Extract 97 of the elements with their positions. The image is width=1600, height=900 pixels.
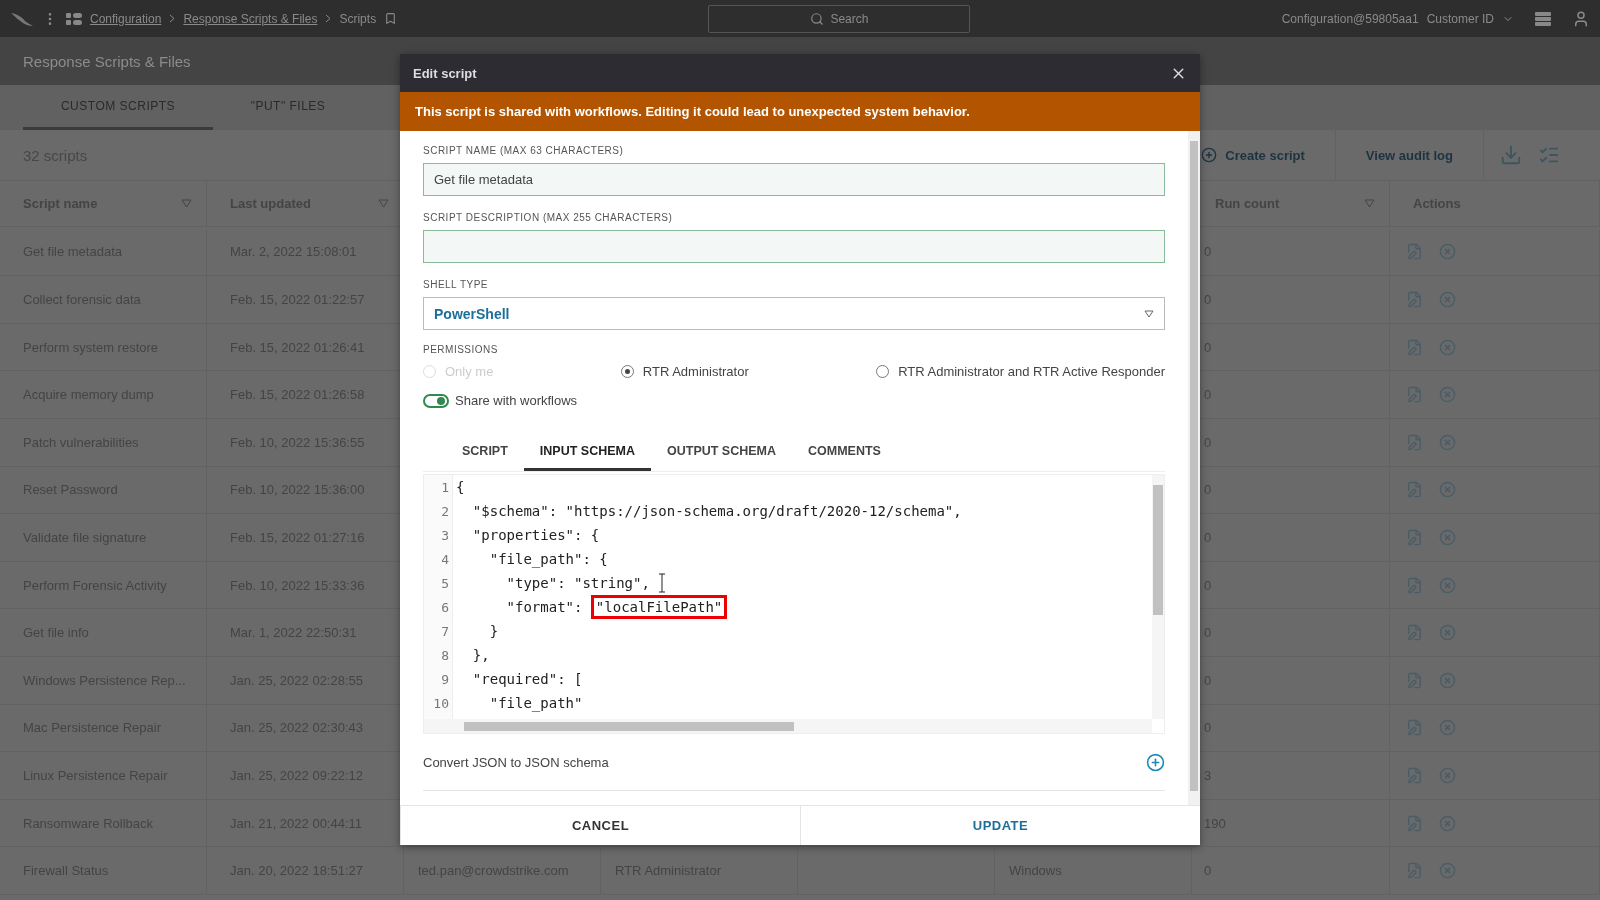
delete-icon[interactable] xyxy=(1439,624,1456,642)
delete-icon[interactable] xyxy=(1439,766,1456,784)
app-switcher-icon[interactable] xyxy=(66,11,82,26)
input-field[interactable]: Get file metadata xyxy=(423,163,1165,196)
page-title: Response Scripts & Files xyxy=(23,52,191,70)
code-line: }, xyxy=(471,647,490,663)
input-field[interactable] xyxy=(423,230,1165,263)
breadcrumb-link[interactable]: Scripts xyxy=(339,11,377,26)
field-label: SHELL TYPE xyxy=(423,279,490,290)
warning-banner: This script is shared with workflows. Editing it could lead to unexpected system behavior. xyxy=(400,92,1200,131)
download-icon[interactable] xyxy=(1500,144,1522,166)
dialog-title: Edit script xyxy=(413,65,477,81)
line-number: 8 xyxy=(440,646,450,665)
breadcrumb-link[interactable]: Configuration xyxy=(90,11,162,26)
delete-icon[interactable] xyxy=(1439,862,1456,880)
delete-icon[interactable] xyxy=(1439,433,1456,451)
code-line: "file_path" xyxy=(488,695,583,711)
code-line: } xyxy=(488,623,499,639)
convert-label: Convert JSON to JSON schema xyxy=(423,754,609,770)
search-field[interactable]: Search xyxy=(708,4,971,33)
code-line: "properties": { xyxy=(471,527,600,543)
edit-icon[interactable] xyxy=(1406,338,1423,356)
edit-icon[interactable] xyxy=(1406,814,1423,832)
delete-icon[interactable] xyxy=(1439,528,1456,546)
cancel-button[interactable]: CANCEL xyxy=(400,806,800,845)
scrollbar[interactable] xyxy=(424,719,1152,733)
bookmark-icon[interactable] xyxy=(384,12,398,25)
delete-icon[interactable] xyxy=(1439,481,1456,499)
filter-icon[interactable] xyxy=(181,199,192,208)
field-label: SCRIPT NAME (MAX 63 CHARACTERS) xyxy=(423,145,625,156)
tab[interactable]: CUSTOM SCRIPTS xyxy=(23,85,213,130)
toggle-switch[interactable] xyxy=(423,393,449,408)
line-number: 2 xyxy=(440,502,450,521)
edit-icon[interactable] xyxy=(1406,671,1423,689)
customer-id-menu[interactable]: Customer ID xyxy=(1426,11,1494,26)
tab[interactable]: INPUT SCHEMA xyxy=(523,436,651,471)
stack-icon[interactable] xyxy=(1534,10,1552,27)
search-icon xyxy=(810,11,825,26)
breadcrumb-link[interactable]: Response Scripts & Files xyxy=(183,11,318,26)
edit-icon[interactable] xyxy=(1406,719,1423,737)
user-icon[interactable] xyxy=(1572,9,1590,28)
field-label: PERMISSIONS xyxy=(423,344,499,355)
line-number: 7 xyxy=(440,622,450,641)
line-number: 5 xyxy=(440,574,450,593)
field-label: SCRIPT DESCRIPTION (MAX 255 CHARACTERS) xyxy=(423,212,674,223)
radio-option[interactable]: RTR Administrator xyxy=(620,364,749,379)
tab[interactable]: OUTPUT SCHEMA xyxy=(651,436,793,471)
edit-icon[interactable] xyxy=(1406,862,1423,880)
edit-icon[interactable] xyxy=(1406,243,1423,261)
edit-icon[interactable] xyxy=(1406,481,1423,499)
audit-log-link[interactable]: View audit log xyxy=(1335,130,1484,180)
code-line: "required": [ xyxy=(471,671,583,687)
scrollbar[interactable] xyxy=(1188,131,1200,805)
chevron-icon xyxy=(325,14,332,23)
code-line: "file_path": { xyxy=(488,551,608,567)
radio-option[interactable]: RTR Administrator and RTR Active Responder xyxy=(876,364,1165,379)
scrollbar[interactable] xyxy=(1152,475,1164,719)
delete-icon[interactable] xyxy=(1439,291,1456,308)
toggle-label: Share with workflows xyxy=(455,393,578,408)
line-number: 4 xyxy=(440,550,450,569)
delete-icon[interactable] xyxy=(1439,576,1456,594)
delete-icon[interactable] xyxy=(1439,719,1456,737)
code-line: { xyxy=(456,479,465,495)
delete-icon[interactable] xyxy=(1439,671,1456,689)
caret-icon xyxy=(1144,309,1154,318)
edit-icon[interactable] xyxy=(1406,576,1423,594)
filter-icon[interactable] xyxy=(1364,199,1375,208)
update-button[interactable]: UPDATE xyxy=(800,806,1200,845)
line-number: 1 xyxy=(440,478,450,497)
code-editor[interactable]: 1 2 3 4 5 6 7 8 9 10 { "$schema": "https://json-schema.org/draft/2020-12/schema", "properties": { "file_path": { "type": "string", "format": "localFilePath" } }, "required": [ "file_path" xyxy=(423,474,1165,734)
plus-icon[interactable] xyxy=(1146,752,1165,772)
highlight-box: "localFilePath" xyxy=(590,595,728,619)
tab[interactable]: SCRIPT xyxy=(446,436,524,471)
edit-icon[interactable] xyxy=(1406,291,1423,308)
delete-icon[interactable] xyxy=(1439,386,1456,404)
plus-icon xyxy=(1201,147,1218,163)
edit-icon[interactable] xyxy=(1406,433,1423,451)
delete-icon[interactable] xyxy=(1439,243,1456,261)
account-name[interactable]: Configuration@59805aa1 xyxy=(1281,11,1419,26)
filter-icon[interactable] xyxy=(378,199,389,208)
edit-icon[interactable] xyxy=(1406,624,1423,642)
code-line: "type": "string", xyxy=(505,575,650,591)
shell-type-select[interactable]: PowerShell xyxy=(423,297,1165,330)
line-number: 3 xyxy=(440,526,450,545)
delete-icon[interactable] xyxy=(1439,338,1456,356)
code-line: "$schema": "https://json-schema.org/draft/2020-12/schema", xyxy=(471,503,962,519)
edit-icon[interactable] xyxy=(1406,528,1423,546)
delete-icon[interactable] xyxy=(1439,814,1456,832)
edit-icon[interactable] xyxy=(1406,766,1423,784)
code-line: "format": xyxy=(505,599,584,615)
edit-icon[interactable] xyxy=(1406,386,1423,404)
line-number: 10 xyxy=(432,694,450,713)
line-number: 9 xyxy=(440,670,450,689)
tab[interactable]: COMMENTS xyxy=(792,436,897,471)
bird-logo-icon[interactable] xyxy=(10,10,34,27)
line-number: 6 xyxy=(440,598,450,617)
chevron-icon xyxy=(169,14,176,23)
